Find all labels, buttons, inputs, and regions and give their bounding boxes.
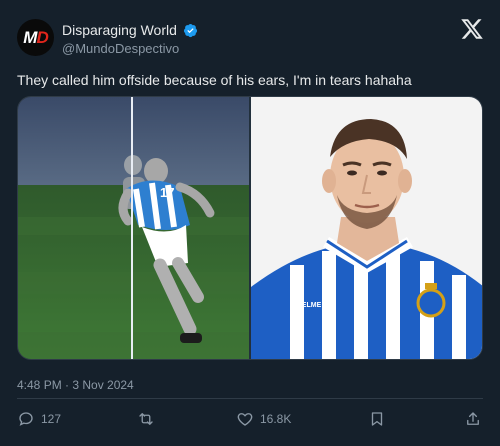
avatar[interactable]: MD <box>17 19 54 56</box>
bookmark-button[interactable] <box>368 410 386 428</box>
like-button[interactable]: 16.8K <box>236 410 291 428</box>
action-bar: 127 16.8K <box>0 410 500 432</box>
tweet-timestamp[interactable]: 4:48 PM · 3 Nov 2024 <box>17 378 134 392</box>
author-name-row: Disparaging World <box>62 22 198 38</box>
avatar-logo: MD <box>23 27 48 47</box>
tweet-media[interactable]: 17 KELME <box>17 96 483 360</box>
reply-count: 127 <box>41 412 62 426</box>
x-logo-icon[interactable] <box>460 17 484 41</box>
bookmark-icon <box>371 412 383 426</box>
tweet-text: They called him offside because of his e… <box>17 72 412 88</box>
tweet-card: MD Disparaging World @MundoDespectivo Th… <box>0 0 500 446</box>
heart-icon <box>237 413 253 426</box>
svg-text:17: 17 <box>160 185 174 200</box>
share-button[interactable] <box>464 410 482 428</box>
display-name[interactable]: Disparaging World <box>62 22 177 38</box>
repost-icon <box>139 413 153 425</box>
share-icon <box>467 412 479 425</box>
sponsor-logo: KELME <box>297 302 322 309</box>
reply-icon <box>19 412 33 426</box>
offside-var-render-image[interactable]: 17 <box>18 97 249 360</box>
like-count: 16.8K <box>260 412 292 426</box>
player-portrait-image[interactable]: KELME <box>251 97 483 360</box>
author-handle[interactable]: @MundoDespectivo <box>62 41 179 56</box>
divider <box>17 398 483 399</box>
repost-button[interactable] <box>137 410 161 428</box>
verified-badge-icon <box>183 23 197 37</box>
reply-button[interactable]: 127 <box>17 410 61 428</box>
